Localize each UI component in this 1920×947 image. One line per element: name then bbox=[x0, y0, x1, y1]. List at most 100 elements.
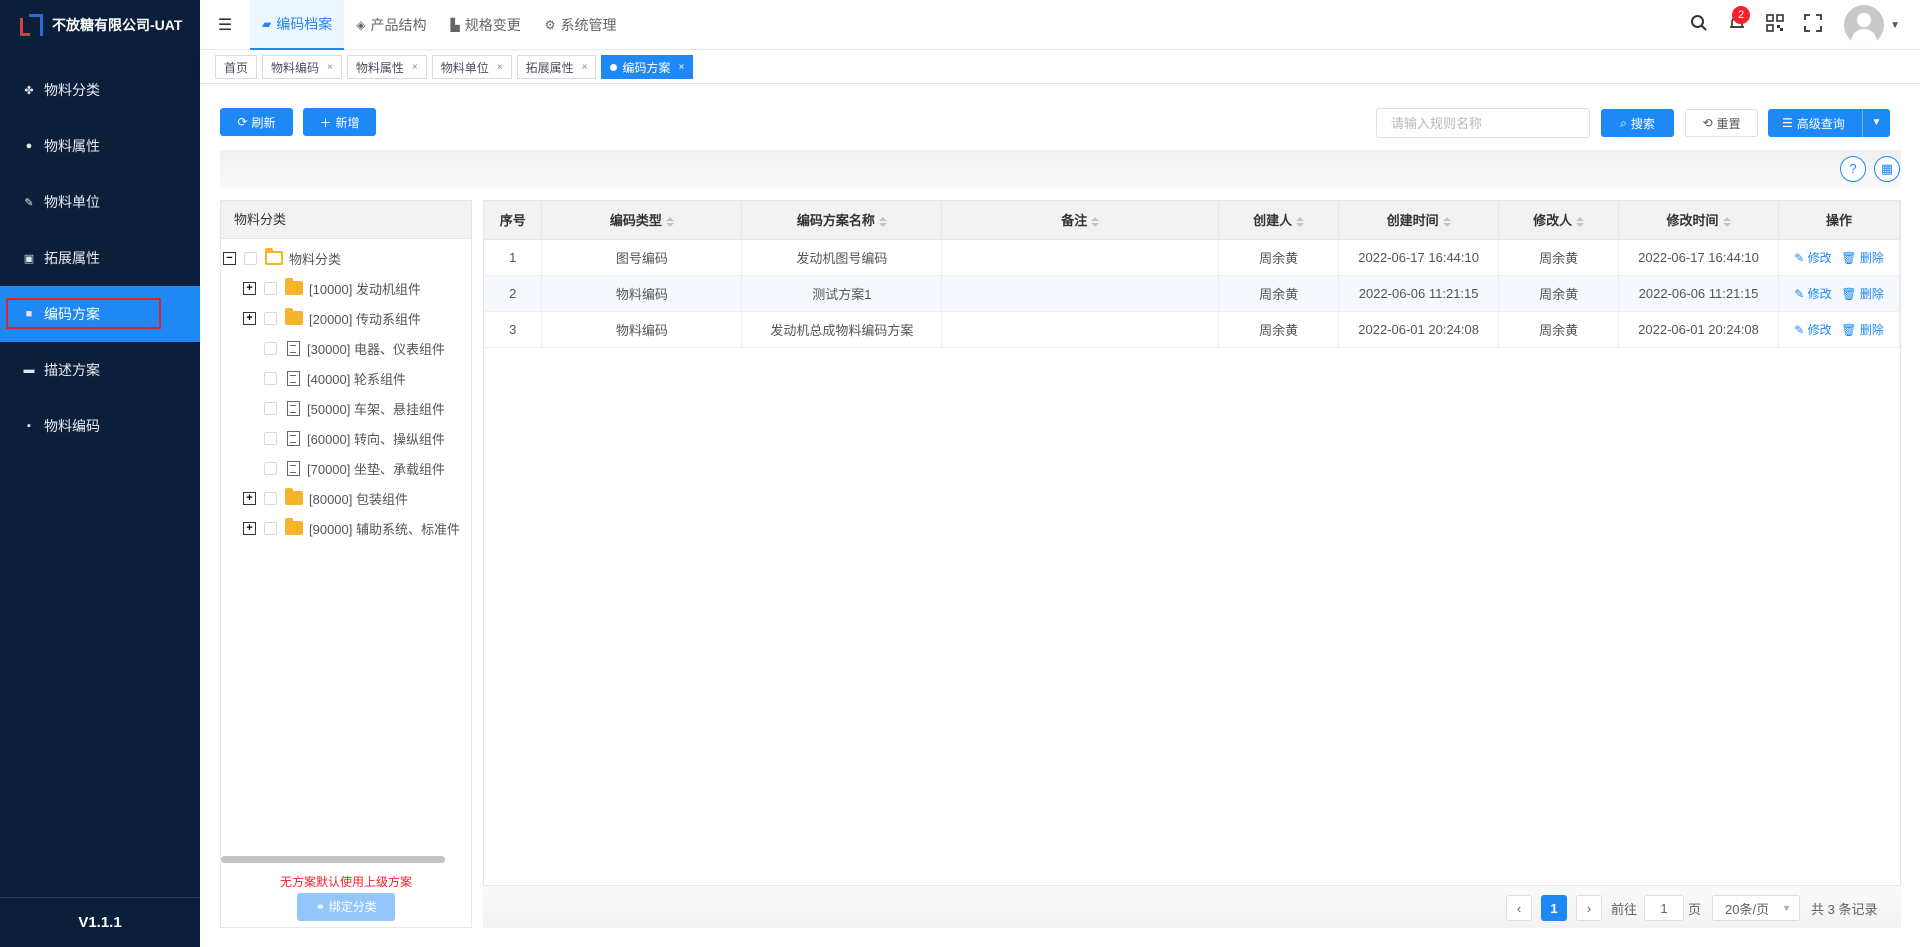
cell-scheme-name: 测试方案1 bbox=[741, 275, 943, 312]
sort-icon[interactable] bbox=[665, 216, 674, 227]
column-header[interactable]: 备注 bbox=[941, 201, 1220, 240]
tree-node[interactable]: + [80000] 包装组件 bbox=[243, 487, 408, 509]
sidebar-item-material-attribute[interactable]: ● 物料属性 bbox=[0, 118, 200, 174]
delete-button[interactable]: 🗑 删除 bbox=[1841, 251, 1884, 265]
nav-tab-spec-change[interactable]: ▙ 规格变更 bbox=[438, 0, 532, 50]
qrcode-icon[interactable] bbox=[1756, 13, 1794, 37]
tree-node[interactable]: + [10000] 发动机组件 bbox=[243, 277, 421, 299]
edit-button[interactable]: ✎ 修改 bbox=[1794, 251, 1831, 265]
user-avatar[interactable] bbox=[1844, 5, 1885, 45]
sidebar-item-extended-attribute[interactable]: ▣ 拓展属性 bbox=[0, 230, 200, 286]
tree-checkbox[interactable] bbox=[264, 461, 277, 475]
sidebar-item-material-code[interactable]: ▪ 物料编码 bbox=[0, 398, 200, 454]
bind-category-button[interactable]: ⚭ 绑定分类 bbox=[297, 893, 395, 921]
prev-page-icon[interactable]: ‹ bbox=[1506, 895, 1532, 921]
nav-tab-system-management[interactable]: ⚙ 系统管理 bbox=[533, 0, 629, 50]
edit-button[interactable]: ✎ 修改 bbox=[1794, 287, 1831, 301]
column-settings-icon[interactable]: ▦ bbox=[1874, 156, 1900, 182]
tree-node[interactable]: [40000] 轮系组件 bbox=[243, 367, 406, 389]
sort-icon[interactable] bbox=[1091, 216, 1100, 227]
tree-checkbox[interactable] bbox=[264, 311, 277, 325]
search-icon[interactable] bbox=[1680, 14, 1718, 37]
column-header[interactable]: 创建时间 bbox=[1338, 201, 1500, 240]
column-header[interactable]: 编码类型 bbox=[541, 201, 743, 240]
column-header[interactable]: 创建人 bbox=[1218, 201, 1340, 240]
tree-checkbox[interactable] bbox=[264, 341, 277, 355]
expand-icon[interactable]: + bbox=[243, 491, 256, 505]
goto-page-input[interactable]: 1 bbox=[1644, 895, 1684, 921]
tree-node[interactable]: [70000] 坐垫、承载组件 bbox=[243, 457, 445, 479]
tree-node[interactable]: [50000] 车架、悬挂组件 bbox=[243, 397, 445, 419]
tree-node[interactable]: + [90000] 辅助系统、标准件 bbox=[243, 517, 460, 539]
sidebar-item-description-scheme[interactable]: ▬ 描述方案 bbox=[0, 342, 200, 398]
column-header: 操作 bbox=[1778, 201, 1900, 240]
fullscreen-icon[interactable] bbox=[1794, 13, 1832, 37]
tree-node[interactable]: [60000] 转向、操纵组件 bbox=[243, 427, 445, 449]
expand-icon[interactable]: + bbox=[243, 311, 256, 325]
column-header[interactable]: 编码方案名称 bbox=[741, 201, 943, 240]
sidebar-item-material-unit[interactable]: ✎ 物料单位 bbox=[0, 174, 200, 230]
column-header[interactable]: 修改时间 bbox=[1618, 201, 1780, 240]
sort-icon[interactable] bbox=[1296, 216, 1305, 227]
sort-icon[interactable] bbox=[878, 216, 887, 227]
chevron-down-icon[interactable]: ▼ bbox=[1862, 109, 1890, 137]
tree-node-root[interactable]: − 物料分类 bbox=[223, 247, 341, 269]
table-row[interactable]: 1 图号编码 发动机图号编码 周余黄 2022-06-17 16:44:10 周… bbox=[484, 239, 1900, 276]
delete-button[interactable]: 🗑 删除 bbox=[1841, 323, 1884, 337]
tree-checkbox[interactable] bbox=[264, 431, 277, 445]
column-label: 修改人 bbox=[1533, 213, 1573, 229]
collapse-icon[interactable]: − bbox=[223, 251, 236, 265]
page-number-current[interactable]: 1 bbox=[1541, 895, 1567, 921]
close-icon[interactable]: × bbox=[678, 62, 684, 73]
advanced-query-button[interactable]: ☰ 高级查询 ▼ bbox=[1768, 109, 1890, 137]
bell-icon[interactable]: 2 bbox=[1718, 5, 1756, 37]
nav-tab-product-structure[interactable]: ◈ 产品结构 bbox=[344, 0, 438, 50]
close-icon[interactable]: × bbox=[327, 62, 333, 73]
expand-icon[interactable]: + bbox=[243, 521, 256, 535]
tree-checkbox[interactable] bbox=[264, 521, 277, 535]
close-icon[interactable]: × bbox=[582, 62, 588, 73]
tree-node[interactable]: [30000] 电器、仪表组件 bbox=[243, 337, 445, 359]
sort-icon[interactable] bbox=[1576, 216, 1585, 227]
folder-icon bbox=[285, 308, 303, 325]
column-header: 序号 bbox=[484, 201, 543, 240]
tag-home[interactable]: 首页 bbox=[215, 55, 258, 79]
sidebar-item-coding-scheme[interactable]: ■ 编码方案 bbox=[0, 286, 200, 342]
caret-down-icon[interactable]: ▼ bbox=[1890, 20, 1900, 31]
tree-checkbox[interactable] bbox=[264, 491, 277, 505]
tag-coding-scheme[interactable]: 编码方案 × bbox=[601, 55, 694, 79]
close-icon[interactable]: × bbox=[412, 62, 418, 73]
tag-extended-attribute[interactable]: 拓展属性 × bbox=[516, 55, 597, 79]
rule-name-search-input[interactable] bbox=[1376, 108, 1590, 138]
tree-checkbox[interactable] bbox=[244, 251, 257, 265]
horizontal-scrollbar[interactable] bbox=[221, 856, 445, 863]
tree-checkbox[interactable] bbox=[264, 401, 277, 415]
search-button[interactable]: ⌕ 搜索 bbox=[1601, 109, 1674, 137]
nav-tab-coding-archive[interactable]: ▰ 编码档案 bbox=[250, 0, 345, 50]
table-row[interactable]: 2 物料编码 测试方案1 周余黄 2022-06-06 11:21:15 周余黄… bbox=[484, 275, 1900, 312]
reset-button[interactable]: ⟲ 重置 bbox=[1685, 109, 1758, 137]
tree-checkbox[interactable] bbox=[264, 371, 277, 385]
delete-button[interactable]: 🗑 删除 bbox=[1841, 287, 1884, 301]
table-row[interactable]: 3 物料编码 发动机总成物料编码方案 周余黄 2022-06-01 20:24:… bbox=[484, 311, 1900, 348]
chevron-down-icon: ▼ bbox=[1782, 903, 1791, 913]
sort-icon[interactable] bbox=[1442, 216, 1451, 227]
tag-material-code[interactable]: 物料编码 × bbox=[262, 55, 342, 79]
add-button[interactable]: ＋ 新增 bbox=[303, 108, 376, 136]
tree-checkbox[interactable] bbox=[264, 281, 277, 295]
sort-icon[interactable] bbox=[1722, 216, 1731, 227]
expand-icon[interactable]: + bbox=[243, 281, 256, 295]
tag-material-attribute[interactable]: 物料属性 × bbox=[346, 55, 427, 79]
page-size-select[interactable]: 20条/页 ▼ bbox=[1712, 895, 1800, 921]
tag-material-unit[interactable]: 物料单位 × bbox=[431, 55, 512, 79]
edit-button[interactable]: ✎ 修改 bbox=[1794, 323, 1831, 337]
tree-node[interactable]: + [20000] 传动系组件 bbox=[243, 307, 421, 329]
refresh-button[interactable]: ⟳ 刷新 bbox=[220, 108, 293, 136]
menu-collapse-icon[interactable]: ☰ bbox=[200, 15, 250, 35]
column-header[interactable]: 修改人 bbox=[1498, 201, 1620, 240]
next-page-icon[interactable]: › bbox=[1576, 895, 1602, 921]
notification-badge: 2 bbox=[1732, 5, 1751, 24]
help-icon[interactable]: ? bbox=[1840, 156, 1866, 182]
sidebar-item-material-category[interactable]: ✤ 物料分类 bbox=[0, 62, 200, 118]
close-icon[interactable]: × bbox=[497, 62, 503, 73]
